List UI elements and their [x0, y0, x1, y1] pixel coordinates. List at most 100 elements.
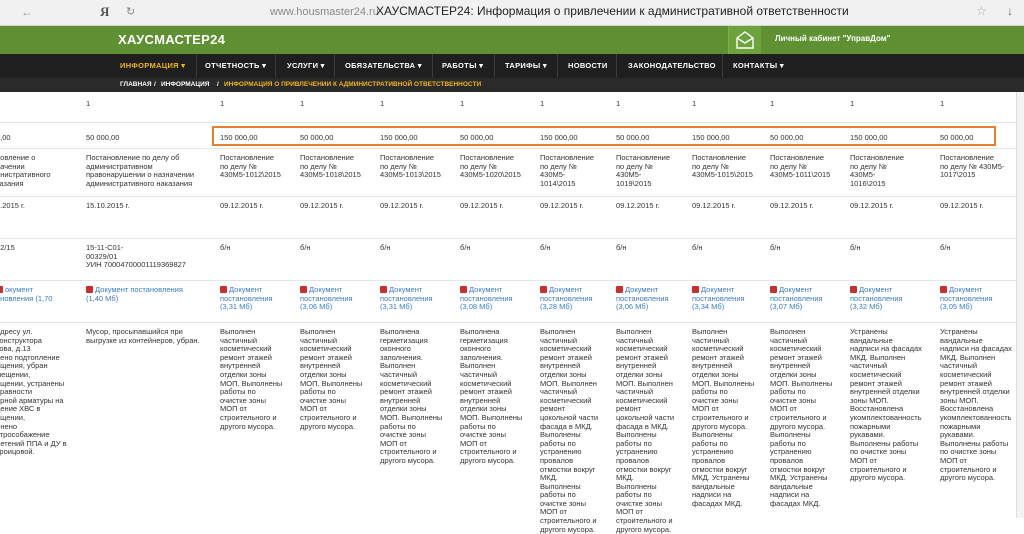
pdf-icon — [86, 286, 93, 293]
number-cell: б/н — [692, 244, 703, 252]
count-cell: 1 — [86, 100, 91, 108]
document-link[interactable]: Документ постановления (3,34 Мб) — [692, 286, 768, 312]
nav-item-news[interactable]: НОВОСТИ — [568, 54, 608, 78]
document-link-text: Документ постановления (3,28 Мб) — [540, 286, 593, 312]
document-link[interactable]: окумент ановления (1,70 — [0, 286, 80, 303]
basis-cell: Постановление по делу № 430М5-1015\2015 — [692, 154, 753, 180]
pdf-icon — [380, 286, 387, 293]
basis-cell: Постановление по делу № 430М5-1013\2015 — [380, 154, 441, 180]
nav-divider — [196, 54, 197, 78]
number-cell: б/н — [540, 244, 551, 252]
document-link-text: Документ постановления (3,07 Мб) — [770, 286, 823, 312]
measures-cell: адресу ул. конструктора кова, д.13 нено … — [0, 328, 67, 457]
nav-divider — [275, 54, 276, 78]
nav-item-tariffs[interactable]: ТАРИФЫ ▾ — [505, 54, 547, 78]
amount-cell: 0,00 — [0, 134, 11, 142]
nav-divider — [722, 54, 723, 78]
pdf-icon — [940, 286, 947, 293]
basis-cell: Постановление по делу № 430М5-1018\2015 — [300, 154, 361, 180]
basis-cell: Постановление по делу об административно… — [86, 154, 195, 188]
nav-item-information[interactable]: ИНФОРМАЦИЯ ▾ — [120, 54, 185, 78]
document-link[interactable]: Документ постановления (1,40 Мб) — [86, 286, 216, 303]
document-link[interactable]: Документ постановления (3,06 Мб) — [616, 286, 690, 312]
measures-cell: Выполнен частичный косметический ремонт … — [770, 328, 833, 508]
nav-item-services[interactable]: УСЛУГИ ▾ — [287, 54, 325, 78]
date-cell: 09.12.2015 г. — [380, 202, 424, 210]
basis-cell: Постановление по делу № 430М5-1020\2015 — [460, 154, 521, 180]
number-cell: б/н — [380, 244, 391, 252]
download-icon[interactable]: ↓ — [1007, 4, 1013, 18]
measures-cell: Выполнена герметизация оконного заполнен… — [380, 328, 443, 465]
date-cell: 09.12.2015 г. — [460, 202, 504, 210]
breadcrumb-section[interactable]: ИНФОРМАЦИЯ — [161, 81, 209, 88]
browser-logo[interactable]: Я — [100, 4, 109, 20]
nav-item-works[interactable]: РАБОТЫ ▾ — [442, 54, 483, 78]
document-link-text: Документ постановления (3,31 Мб) — [380, 286, 433, 312]
document-link[interactable]: Документ постановления (3,06 Мб) — [300, 286, 378, 312]
date-cell: 09.12.2015 г. — [770, 202, 814, 210]
row-divider — [0, 238, 1024, 239]
basis-cell: Постановление по делу № 430М5- 1017\2015 — [940, 154, 1005, 180]
measures-cell: Выполнен частичный косметический ремонт … — [300, 328, 363, 431]
measures-cell: Мусор, просыпавшийся при выгрузке из кон… — [86, 328, 200, 345]
document-link[interactable]: Документ постановления (3,32 Мб) — [850, 286, 938, 312]
basis-cell: Постановление по делу № 430М5-1011\2015 — [770, 154, 831, 180]
count-cell: 1 — [850, 100, 855, 108]
document-link[interactable]: Документ постановления (3,08 Мб) — [460, 286, 538, 312]
row-divider — [0, 196, 1024, 197]
number-cell: 22/15 — [0, 244, 15, 252]
document-link[interactable]: Документ постановления (3,31 Мб) — [220, 286, 298, 312]
page-scrollbar[interactable] — [1016, 92, 1024, 518]
nav-item-legislation[interactable]: ЗАКОНОДАТЕЛЬСТВО — [628, 54, 716, 78]
number-cell: 15-11-С01- 00329/01 УИН 7000470000111936… — [86, 244, 186, 270]
date-cell: 09.12.2015 г. — [616, 202, 660, 210]
document-link[interactable]: Документ постановления (3,07 Мб) — [770, 286, 848, 312]
breadcrumb-home[interactable]: ГЛАВНАЯ — [120, 81, 152, 88]
row-divider — [0, 122, 1024, 123]
date-cell: 09.12.2015 г. — [850, 202, 894, 210]
measures-cell: Выполнен частичный косметический ремонт … — [692, 328, 755, 508]
pdf-icon — [460, 286, 467, 293]
date-cell: 09.12.2015 г. — [940, 202, 984, 210]
reload-icon[interactable]: ↻ — [126, 5, 135, 18]
date-cell: 15.10.2015 г. — [86, 202, 130, 210]
number-cell: б/н — [770, 244, 781, 252]
pdf-icon — [616, 286, 623, 293]
nav-divider — [557, 54, 558, 78]
document-link-text: окумент ановления (1,70 — [0, 286, 53, 303]
nav-item-obligations[interactable]: ОБЯЗАТЕЛЬСТВА ▾ — [345, 54, 422, 78]
pdf-icon — [850, 286, 857, 293]
back-icon[interactable]: ← — [20, 5, 34, 19]
nav-item-contacts[interactable]: КОНТАКТЫ ▾ — [733, 54, 784, 78]
breadcrumb-separator: / — [217, 81, 219, 88]
count-cell: 1 — [616, 100, 621, 108]
mail-button[interactable] — [728, 26, 761, 54]
nav-divider — [432, 54, 433, 78]
document-link-text: Документ постановления (3,31 Мб) — [220, 286, 273, 312]
measures-cell: Устранены вандальные надписи на фасадах … — [940, 328, 1012, 483]
nav-item-reports[interactable]: ОТЧЕТНОСТЬ ▾ — [205, 54, 266, 78]
count-cell: 1 — [692, 100, 697, 108]
document-link-text: Документ постановления (1,40 Мб) — [86, 286, 183, 303]
measures-cell: Устранены вандальные надписи на фасадах … — [850, 328, 922, 483]
document-link[interactable]: Документ постановления (3,05 Мб) — [940, 286, 1016, 312]
measures-cell: Выполнен частичный косметический ремонт … — [220, 328, 283, 431]
measures-cell: Выполнен частичный косметический ремонт … — [540, 328, 599, 534]
measures-cell: Выполнена герметизация оконного заполнен… — [460, 328, 523, 465]
cabinet-link[interactable]: Личный кабинет "УправДом" — [775, 34, 890, 43]
number-cell: б/н — [850, 244, 861, 252]
document-link[interactable]: Документ постановления (3,31 Мб) — [380, 286, 458, 312]
address-bar[interactable]: www.housmaster24.ru — [270, 6, 379, 18]
document-link-text: Документ постановления (3,08 Мб) — [460, 286, 513, 312]
nav-divider — [334, 54, 335, 78]
pdf-icon — [0, 286, 3, 293]
site-header: ХАУСМАСТЕР24 Личный кабинет "УправДом" — [0, 26, 1024, 54]
count-cell: 1 — [220, 100, 225, 108]
document-link[interactable]: Документ постановления (3,28 Мб) — [540, 286, 614, 312]
date-cell: 09.12.2015 г. — [220, 202, 264, 210]
browser-toolbar: ← Я ↻ www.housmaster24.ru ХАУСМАСТЕР24: … — [0, 0, 1024, 26]
bookmark-star-icon[interactable]: ☆ — [976, 4, 987, 18]
site-logo[interactable]: ХАУСМАСТЕР24 — [118, 32, 225, 47]
amount-cell: 50 000,00 — [86, 134, 120, 142]
count-cell: 1 — [540, 100, 545, 108]
